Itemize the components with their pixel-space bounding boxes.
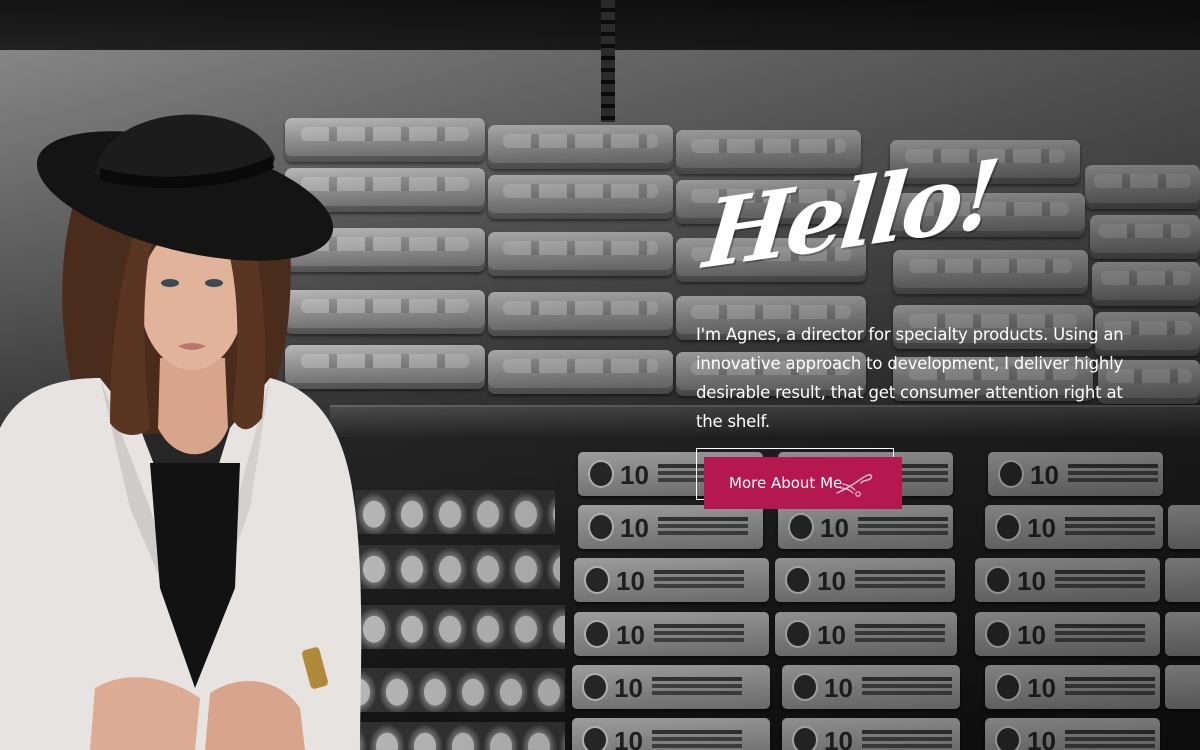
hello-heading: Hello! bbox=[699, 138, 1002, 291]
more-about-me-label: More About Me bbox=[729, 474, 843, 492]
portrait-photo bbox=[0, 114, 362, 750]
intro-paragraph: I'm Agnes, a director for specialty prod… bbox=[696, 325, 1124, 431]
more-about-me-button[interactable]: More About Me bbox=[704, 457, 902, 509]
cta-wrap: More About Me bbox=[696, 448, 902, 509]
hello-heading-wrap: Hello! bbox=[699, 139, 1001, 310]
hand-pointer-icon bbox=[836, 474, 873, 497]
